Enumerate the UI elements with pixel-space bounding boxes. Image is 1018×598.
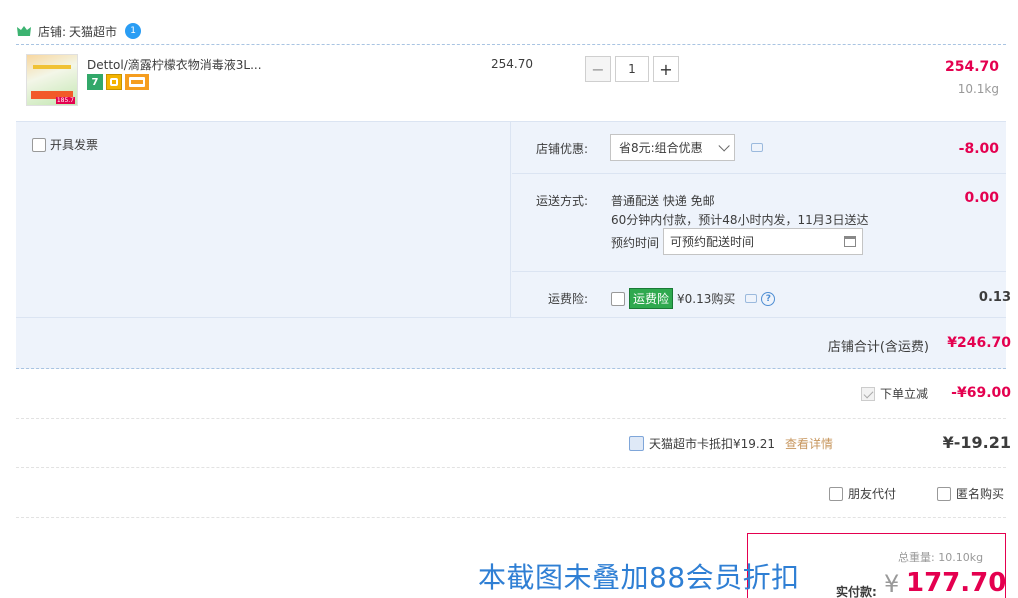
- shipping-method: 普通配送 快递 免邮: [611, 194, 715, 208]
- friend-pay-option[interactable]: 朋友代付: [829, 485, 896, 502]
- insurance-price: ¥0.13购买: [677, 292, 736, 306]
- shipping-description: 60分钟内付款，预计48小时内发，11月3日送达: [611, 213, 869, 227]
- card-payment-icon: [125, 74, 149, 90]
- divider: [16, 467, 1006, 468]
- anonymous-option[interactable]: 匿名购买: [937, 485, 1004, 502]
- insurance-checkbox[interactable]: [611, 291, 625, 306]
- schedule-placeholder: 可预约配送时间: [670, 235, 755, 249]
- currency-symbol: ¥: [884, 570, 900, 598]
- divider: [16, 418, 1006, 419]
- card-details-link[interactable]: 查看详情: [785, 435, 833, 452]
- total-weight-label: 总重量:: [898, 551, 935, 564]
- decrease-quantity-button[interactable]: −: [585, 56, 611, 82]
- item-subtotal: 254.70: [944, 59, 999, 75]
- product-tags: 7: [87, 74, 149, 90]
- store-discount-value: 省8元:组合优惠: [619, 141, 703, 155]
- shipping-amount: 0.00: [964, 190, 999, 206]
- store-header: 店铺: 天猫超市 1: [16, 20, 142, 42]
- unit-price: 254.70: [491, 57, 533, 71]
- instant-discount-option[interactable]: 下单立减: [861, 385, 928, 402]
- pay-amount: 177.70: [906, 568, 1007, 598]
- friend-pay-checkbox[interactable]: [829, 486, 843, 501]
- pay-label: 实付款:: [836, 585, 877, 598]
- anonymous-checkbox[interactable]: [937, 486, 951, 501]
- schedule-label: 预约时间: [611, 236, 660, 250]
- seven-day-return-icon: 7: [87, 74, 103, 90]
- anonymous-label: 匿名购买: [956, 487, 1005, 501]
- total-weight-value: 10.10kg: [938, 551, 984, 564]
- thumb-price-tag: 185.7: [55, 97, 75, 104]
- help-icon[interactable]: ?: [761, 291, 776, 306]
- total-weight: 总重量: 10.10kg: [898, 549, 983, 565]
- product-thumbnail[interactable]: 185.7: [26, 54, 78, 106]
- insurance-tag: 运费险: [629, 288, 674, 309]
- card-deduction-checkbox[interactable]: [629, 436, 644, 451]
- card-deduction-amount: ¥-19.21: [942, 433, 1011, 452]
- message-icon[interactable]: [751, 143, 763, 152]
- store-discount-amount: -8.00: [958, 141, 999, 157]
- overlay-note: 本截图未叠加88会员折扣: [478, 561, 800, 594]
- store-discount-label: 店铺优惠:: [535, 142, 588, 156]
- store-total-label: 店铺合计(含运费): [827, 340, 929, 355]
- card-deduction-label: 天猫超市卡抵扣¥19.21: [649, 437, 775, 451]
- store-icon: [17, 26, 31, 36]
- invoice-label: 开具发票: [50, 138, 99, 152]
- store-total-amount: ¥246.70: [947, 335, 1011, 351]
- calendar-icon[interactable]: [844, 236, 856, 247]
- instant-discount-label: 下单立减: [880, 387, 929, 401]
- card-deduction-option[interactable]: 天猫超市卡抵扣¥19.21 查看详情: [629, 435, 833, 452]
- store-discount-select[interactable]: 省8元:组合优惠: [610, 134, 735, 161]
- message-icon[interactable]: [745, 294, 758, 303]
- store-name[interactable]: 天猫超市: [69, 23, 117, 40]
- item-weight: 10.1kg: [957, 82, 999, 96]
- schedule-date-input[interactable]: 可预约配送时间: [663, 228, 863, 255]
- quantity-stepper: − 1 +: [585, 56, 679, 82]
- chat-icon[interactable]: 1: [125, 23, 142, 39]
- product-title[interactable]: Dettol/滴露柠檬衣物消毒液3L...: [87, 56, 262, 73]
- instant-discount-amount: -¥69.00: [951, 385, 1011, 401]
- tmall-guarantee-icon: [106, 74, 122, 90]
- instant-discount-checkbox: [861, 386, 875, 401]
- friend-pay-label: 朋友代付: [848, 487, 897, 501]
- chat-badge: 1: [130, 26, 136, 36]
- invoice-option[interactable]: 开具发票: [32, 136, 98, 153]
- insurance-option[interactable]: 运费险 ¥0.13购买 ?: [611, 288, 776, 309]
- insurance-amount: 0.13: [978, 290, 1011, 305]
- insurance-label: 运费险:: [547, 292, 588, 306]
- store-label: 店铺:: [38, 24, 67, 39]
- chevron-down-icon: [718, 139, 730, 152]
- divider: [16, 517, 1006, 518]
- shipping-label: 运送方式:: [535, 194, 588, 208]
- increase-quantity-button[interactable]: +: [653, 56, 679, 82]
- invoice-checkbox[interactable]: [32, 137, 46, 152]
- quantity-input[interactable]: 1: [615, 56, 649, 82]
